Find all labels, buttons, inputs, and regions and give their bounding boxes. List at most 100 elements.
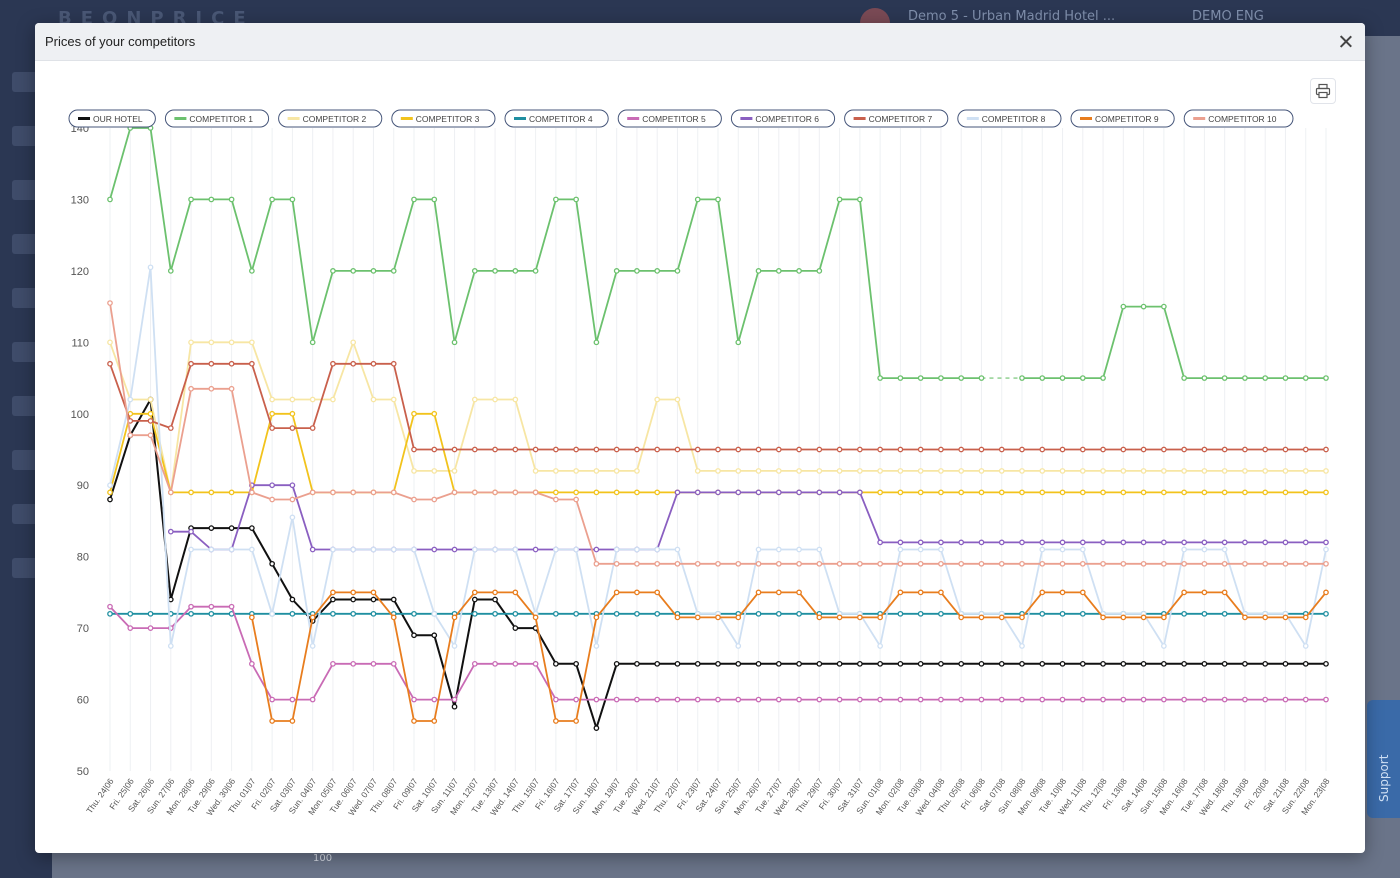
data-point-competitor-10[interactable] <box>309 489 316 496</box>
data-point-competitor-4[interactable] <box>208 610 215 617</box>
data-point-competitor-4[interactable] <box>188 610 194 617</box>
data-point-competitor-1[interactable] <box>1161 303 1167 310</box>
data-point-competitor-5[interactable] <box>1120 696 1127 703</box>
data-point-our-hotel[interactable] <box>1262 660 1269 667</box>
data-point-competitor-1[interactable] <box>512 268 519 274</box>
data-point-competitor-2[interactable] <box>775 468 782 474</box>
data-point-competitor-6[interactable] <box>735 489 742 496</box>
data-point-competitor-3[interactable] <box>613 489 620 496</box>
data-point-competitor-1[interactable] <box>1302 375 1309 381</box>
data-point-competitor-2[interactable] <box>755 468 762 474</box>
data-point-competitor-9[interactable] <box>613 589 620 596</box>
data-point-competitor-9[interactable] <box>1100 614 1106 621</box>
data-point-competitor-8[interactable] <box>370 546 377 553</box>
data-point-competitor-7[interactable] <box>167 425 174 431</box>
data-point-competitor-2[interactable] <box>857 468 863 474</box>
data-point-competitor-4[interactable] <box>512 610 519 617</box>
data-point-competitor-6[interactable] <box>532 546 539 553</box>
data-point-competitor-7[interactable] <box>755 446 762 453</box>
data-point-competitor-4[interactable] <box>127 610 134 617</box>
data-point-competitor-5[interactable] <box>188 603 194 610</box>
data-point-competitor-9[interactable] <box>1262 614 1269 621</box>
data-point-competitor-6[interactable] <box>958 539 965 546</box>
data-point-competitor-5[interactable] <box>309 696 316 703</box>
data-point-competitor-10[interactable] <box>755 560 762 567</box>
data-point-competitor-3[interactable] <box>938 489 944 496</box>
data-point-competitor-3[interactable] <box>877 489 883 496</box>
data-point-competitor-2[interactable] <box>269 396 275 403</box>
data-point-competitor-1[interactable] <box>593 339 600 346</box>
data-point-competitor-2[interactable] <box>1140 468 1147 474</box>
data-point-competitor-10[interactable] <box>1140 560 1147 567</box>
data-point-our-hotel[interactable] <box>775 660 782 667</box>
data-point-competitor-7[interactable] <box>674 446 681 453</box>
data-point-our-hotel[interactable] <box>228 525 235 531</box>
data-point-competitor-9[interactable] <box>816 614 823 621</box>
data-point-competitor-9[interactable] <box>654 589 661 596</box>
data-point-competitor-9[interactable] <box>390 614 397 621</box>
data-point-competitor-7[interactable] <box>897 446 904 453</box>
data-point-our-hotel[interactable] <box>451 703 458 710</box>
data-point-competitor-7[interactable] <box>553 446 559 453</box>
data-point-our-hotel[interactable] <box>654 660 661 667</box>
data-point-competitor-5[interactable] <box>390 660 397 667</box>
data-point-competitor-5[interactable] <box>1059 696 1066 703</box>
data-point-competitor-10[interactable] <box>897 560 904 567</box>
data-point-competitor-10[interactable] <box>1221 560 1228 567</box>
data-point-competitor-6[interactable] <box>836 489 843 496</box>
data-point-competitor-5[interactable] <box>431 696 438 703</box>
data-point-competitor-5[interactable] <box>1323 696 1329 703</box>
data-point-competitor-10[interactable] <box>1282 560 1289 567</box>
data-point-our-hotel[interactable] <box>289 596 296 603</box>
data-point-our-hotel[interactable] <box>269 560 275 567</box>
data-point-competitor-8[interactable] <box>1302 643 1309 649</box>
data-point-competitor-7[interactable] <box>330 360 336 367</box>
data-point-competitor-5[interactable] <box>208 603 215 610</box>
data-point-competitor-10[interactable] <box>1161 560 1167 567</box>
data-point-competitor-9[interactable] <box>836 614 843 621</box>
data-point-competitor-6[interactable] <box>1242 539 1248 546</box>
data-point-competitor-2[interactable] <box>1039 468 1046 474</box>
data-point-competitor-8[interactable] <box>228 546 235 553</box>
data-point-competitor-9[interactable] <box>958 614 965 621</box>
data-point-competitor-10[interactable] <box>208 385 215 392</box>
data-point-our-hotel[interactable] <box>1201 660 1208 667</box>
data-point-our-hotel[interactable] <box>431 632 438 639</box>
data-point-our-hotel[interactable] <box>998 660 1005 667</box>
data-point-competitor-2[interactable] <box>471 396 478 403</box>
data-point-competitor-4[interactable] <box>917 610 924 617</box>
data-point-competitor-9[interactable] <box>370 589 377 596</box>
data-point-competitor-10[interactable] <box>147 432 154 439</box>
data-point-competitor-6[interactable] <box>1079 539 1086 546</box>
data-point-competitor-9[interactable] <box>1181 589 1187 596</box>
data-point-competitor-9[interactable] <box>1201 589 1208 596</box>
data-point-competitor-9[interactable] <box>715 614 721 621</box>
data-point-competitor-2[interactable] <box>289 396 296 403</box>
data-point-competitor-7[interactable] <box>188 360 194 367</box>
data-point-our-hotel[interactable] <box>836 660 843 667</box>
data-point-competitor-10[interactable] <box>532 489 539 496</box>
data-point-competitor-1[interactable] <box>269 196 275 203</box>
data-point-competitor-3[interactable] <box>1323 489 1329 496</box>
data-point-competitor-1[interactable] <box>836 196 843 203</box>
data-point-competitor-5[interactable] <box>1262 696 1269 703</box>
data-point-competitor-10[interactable] <box>958 560 965 567</box>
data-point-competitor-9[interactable] <box>1302 614 1309 621</box>
data-point-competitor-9[interactable] <box>1039 589 1046 596</box>
data-point-competitor-5[interactable] <box>775 696 782 703</box>
data-point-competitor-5[interactable] <box>998 696 1005 703</box>
data-point-competitor-4[interactable] <box>553 610 559 617</box>
data-point-competitor-9[interactable] <box>573 718 579 724</box>
data-point-competitor-3[interactable] <box>1120 489 1127 496</box>
data-point-competitor-8[interactable] <box>492 546 498 553</box>
data-point-competitor-4[interactable] <box>1039 610 1046 617</box>
data-point-competitor-1[interactable] <box>431 196 438 203</box>
data-point-competitor-6[interactable] <box>188 528 194 535</box>
data-point-competitor-2[interactable] <box>593 468 600 474</box>
data-point-competitor-4[interactable] <box>330 610 336 617</box>
data-point-competitor-10[interactable] <box>350 489 357 496</box>
data-point-competitor-8[interactable] <box>816 546 823 553</box>
data-point-competitor-1[interactable] <box>370 268 377 274</box>
data-point-competitor-3[interactable] <box>1201 489 1208 496</box>
data-point-competitor-2[interactable] <box>390 396 397 403</box>
